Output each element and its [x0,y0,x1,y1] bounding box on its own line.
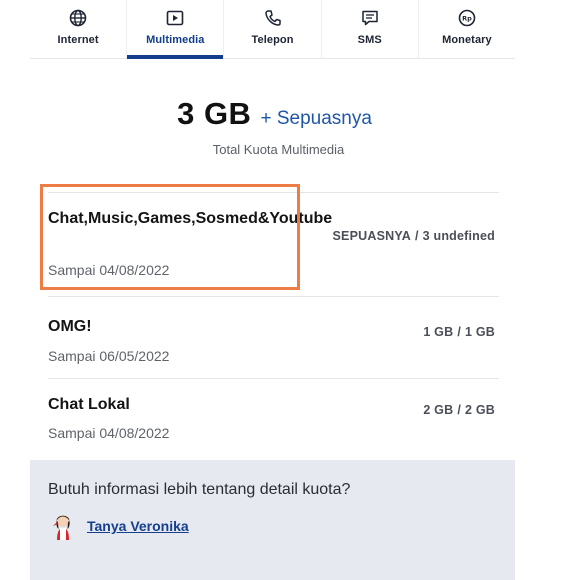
page: Internet Multimedia Telepon SMS Rp Monet… [0,0,580,580]
ask-veronika[interactable]: Tanya Veronika [48,510,189,542]
quota-total: 2 GB [465,403,495,417]
quota-value: SEPUASNYA/3 undefined [333,229,495,243]
quota-name: OMG! [48,318,92,335]
tab-label: Multimedia [146,34,205,46]
tanya-veronika-link[interactable]: Tanya Veronika [87,518,189,534]
rupiah-coin-icon: Rp [457,8,477,28]
quota-tabs: Internet Multimedia Telepon SMS Rp Monet… [30,0,515,59]
quota-separator: / [414,229,419,243]
tab-internet[interactable]: Internet [30,0,128,58]
quota-remaining: 2 GB [423,403,454,417]
quota-name: Chat,Music,Games,Sosmed&Youtube [48,210,333,227]
quota-value: 2 GB/2 GB [423,403,495,417]
quota-list: Chat,Music,Games,Sosmed&Youtube Sampai 0… [48,192,499,460]
amount-line: 3 GB + Sepuasnya [34,96,515,132]
quota-expiry: Sampai 06/05/2022 [48,348,170,364]
tab-sms[interactable]: SMS [322,0,419,58]
summary-caption: Total Kuota Multimedia [212,142,345,157]
quota-total: 3 undefined [422,229,495,243]
quota-summary: 3 GB + Sepuasnya Total Kuota Multimedia [30,96,515,157]
quota-remaining: 1 GB [423,325,454,339]
veronika-avatar-icon [48,510,78,542]
tab-multimedia[interactable]: Multimedia [127,0,225,59]
unlimited-label: + Sepuasnya [260,108,372,129]
quota-total: 1 GB [465,325,495,339]
tab-telepon[interactable]: Telepon [224,0,322,58]
globe-icon [68,8,88,28]
tab-label: Monetary [442,34,492,46]
total-amount: 3 GB [177,96,252,131]
svg-text:Rp: Rp [462,15,472,23]
quota-panel: Internet Multimedia Telepon SMS Rp Monet… [30,0,515,580]
info-section: Butuh informasi lebih tentang detail kuo… [30,460,515,580]
tab-monetary[interactable]: Rp Monetary [419,0,515,58]
tab-label: Telepon [251,34,294,46]
quota-remaining: SEPUASNYA [332,229,411,243]
quota-item[interactable]: Chat Lokal Sampai 04/08/2022 2 GB/2 GB [48,378,499,460]
info-question: Butuh informasi lebih tentang detail kuo… [48,481,351,498]
message-icon [360,8,380,28]
quota-item[interactable]: Chat,Music,Games,Sosmed&Youtube Sampai 0… [48,192,499,296]
quota-separator: / [457,325,462,339]
tab-label: SMS [357,34,382,46]
quota-expiry: Sampai 04/08/2022 [48,262,170,278]
quota-value: 1 GB/1 GB [423,325,495,339]
quota-separator: / [457,403,462,417]
tab-label: Internet [57,34,99,46]
quota-expiry: Sampai 04/08/2022 [48,425,170,441]
quota-item[interactable]: OMG! Sampai 06/05/2022 1 GB/1 GB [48,296,499,378]
play-icon [165,8,185,28]
phone-icon [263,8,283,28]
quota-name: Chat Lokal [48,396,130,413]
